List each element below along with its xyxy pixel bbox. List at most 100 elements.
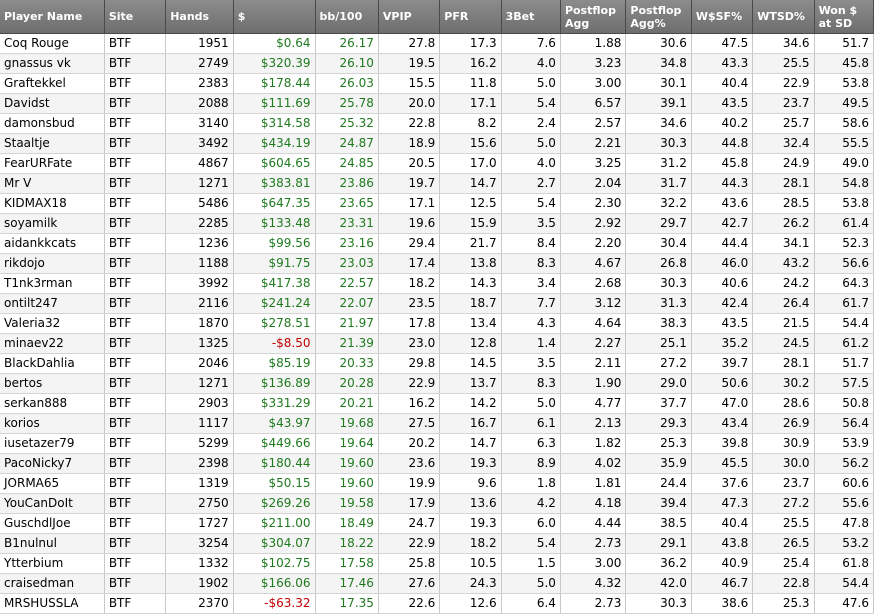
cell-wtsd-pct: 24.9 [752,153,815,174]
header-pfr[interactable]: PFR [439,0,502,34]
cell-wsf-pct: 43.3 [691,53,754,74]
cell-postflop-agg: 4.32 [560,573,627,594]
cell-wtsd-pct: 27.2 [752,493,815,514]
cell-bb100: 21.39 [315,333,379,354]
cell-3bet: 7.6 [501,33,561,54]
cell-postflop-agg: 2.20 [560,233,627,254]
cell-player-name: serkan888 [0,393,105,414]
cell-bb100: 26.03 [315,73,379,94]
cell-postflop-agg-pct: 36.2 [625,553,692,574]
table-row[interactable]: GuschdlJoe BTF 1727 $211.00 18.49 24.7 19.3 6.0… [0,513,874,534]
cell-hands: 1870 [165,313,234,334]
header-site[interactable]: Site [104,0,167,34]
table-row[interactable]: rikdojo BTF 1188 $91.75 23.03 17.4 13.8 8.3 4.67… [0,253,874,274]
table-row[interactable]: Coq Rouge BTF 1951 $0.64 26.17 27.8 17.3 7.6 1.8… [0,33,874,54]
cell-postflop-agg-pct: 31.3 [625,293,692,314]
cell-vpip: 29.8 [378,353,441,374]
cell-pfr: 12.6 [439,593,502,614]
cell-pfr: 14.7 [439,433,502,454]
cell-site: BTF [104,433,167,454]
cell-wtsd-pct: 43.2 [752,253,815,274]
cell-postflop-agg-pct: 37.7 [625,393,692,414]
cell-pfr: 12.5 [439,193,502,214]
table-row[interactable]: craisedman BTF 1902 $166.06 17.46 27.6 24.3 5.0… [0,573,874,594]
table-row[interactable]: Valeria32 BTF 1870 $278.51 21.97 17.8 13.4 4.3 4… [0,313,874,334]
cell-wsf-pct: 38.6 [691,593,754,614]
cell-dollars: $85.19 [233,353,316,374]
cell-site: BTF [104,113,167,134]
cell-player-name: Graftekkel [0,73,105,94]
table-row[interactable]: bertos BTF 1271 $136.89 20.28 22.9 13.7 8.3 1.90… [0,373,874,394]
cell-site: BTF [104,193,167,214]
table-row[interactable]: Staaltje BTF 3492 $434.19 24.87 18.9 15.6 5.0 2.… [0,133,874,154]
cell-postflop-agg-pct: 34.8 [625,53,692,74]
table-row[interactable]: Ytterbium BTF 1332 $102.75 17.58 25.8 10.5 1.5 3… [0,553,874,574]
table-row[interactable]: Mr V BTF 1271 $383.81 23.86 19.7 14.7 2.7 2.04 31… [0,173,874,194]
table-row[interactable]: iusetazer79 BTF 5299 $449.66 19.64 20.2 14.7 6.… [0,433,874,454]
table-row[interactable]: YouCanDoIt BTF 2750 $269.26 19.58 17.9 13.6 4.2… [0,493,874,514]
cell-site: BTF [104,313,167,334]
header-postflop-agg-pct[interactable]: Postflop Agg% [625,0,692,34]
cell-postflop-agg-pct: 31.2 [625,153,692,174]
table-row[interactable]: Graftekkel BTF 2383 $178.44 26.03 15.5 11.8 5.0… [0,73,874,94]
cell-dollars: $647.35 [233,193,316,214]
cell-wtsd-pct: 26.5 [752,533,815,554]
cell-bb100: 19.58 [315,493,379,514]
header-bb100[interactable]: bb/100 [315,0,379,34]
cell-hands: 1727 [165,513,234,534]
cell-wsf-pct: 40.2 [691,113,754,134]
header-postflop-agg[interactable]: Postflop Agg [560,0,627,34]
header-player-name[interactable]: Player Name [0,0,105,34]
cell-site: BTF [104,53,167,74]
cell-dollars: $320.39 [233,53,316,74]
cell-bb100: 26.10 [315,53,379,74]
cell-vpip: 23.5 [378,293,441,314]
cell-postflop-agg-pct: 25.1 [625,333,692,354]
cell-dollars: $269.26 [233,493,316,514]
header-wsf-pct[interactable]: W$SF% [691,0,754,34]
table-row[interactable]: FearURFate BTF 4867 $604.65 24.85 20.5 17.0 4.0… [0,153,874,174]
table-row[interactable]: korios BTF 1117 $43.97 19.68 27.5 16.7 6.1 2.13 2… [0,413,874,434]
cell-3bet: 3.5 [501,353,561,374]
cell-wtsd-pct: 34.6 [752,33,815,54]
table-row[interactable]: B1nulnul BTF 3254 $304.07 18.22 22.9 18.2 5.4 2.… [0,533,874,554]
cell-hands: 2116 [165,293,234,314]
header-vpip[interactable]: VPIP [378,0,441,34]
table-row[interactable]: minaev22 BTF 1325 -$8.50 21.39 23.0 12.8 1.4 2.2… [0,333,874,354]
header-won-at-sd[interactable]: Won $ at SD [814,0,874,34]
cell-vpip: 20.2 [378,433,441,454]
cell-postflop-agg-pct: 30.6 [625,33,692,54]
table-row[interactable]: BlackDahlia BTF 2046 $85.19 20.33 29.8 14.5 3.5… [0,353,874,374]
header-hands[interactable]: Hands [165,0,234,34]
table-row[interactable]: aidankkcats BTF 1236 $99.56 23.16 29.4 21.7 8.4… [0,233,874,254]
header-wtsd-pct[interactable]: WTSD% [752,0,815,34]
cell-won-at-sd: 54.8 [814,173,874,194]
cell-vpip: 17.8 [378,313,441,334]
table-row[interactable]: Davidst BTF 2088 $111.69 25.78 20.0 17.1 5.4 6.5… [0,93,874,114]
cell-wtsd-pct: 25.5 [752,53,815,74]
table-row[interactable]: gnassus vk BTF 2749 $320.39 26.10 19.5 16.2 4.0… [0,53,874,74]
table-row[interactable]: serkan888 BTF 2903 $331.29 20.21 16.2 14.2 5.0 4… [0,393,874,414]
table-row[interactable]: PacoNicky7 BTF 2398 $180.44 19.60 23.6 19.3 8.9… [0,453,874,474]
cell-pfr: 14.3 [439,273,502,294]
table-row[interactable]: JORMA65 BTF 1319 $50.15 19.60 19.9 9.6 1.8 1.81 2… [0,473,874,494]
header-3bet[interactable]: 3Bet [501,0,561,34]
cell-wsf-pct: 39.7 [691,353,754,374]
cell-dollars: $166.06 [233,573,316,594]
cell-won-at-sd: 54.4 [814,573,874,594]
cell-player-name: BlackDahlia [0,353,105,374]
table-row[interactable]: soyamilk BTF 2285 $133.48 23.31 19.6 15.9 3.5 2.… [0,213,874,234]
cell-postflop-agg: 1.88 [560,33,627,54]
cell-site: BTF [104,473,167,494]
cell-pfr: 19.3 [439,453,502,474]
cell-wsf-pct: 35.2 [691,333,754,354]
table-row[interactable]: KIDMAX18 BTF 5486 $647.35 23.65 17.1 12.5 5.4 2.… [0,193,874,214]
table-row[interactable]: damonsbud BTF 3140 $314.58 25.32 22.8 8.2 2.4 2.… [0,113,874,134]
table-row[interactable]: MRSHUSSLA BTF 2370 -$63.32 17.35 22.6 12.6 6.4 2… [0,593,874,614]
table-row[interactable]: ontilt247 BTF 2116 $241.24 22.07 23.5 18.7 7.7 3… [0,293,874,314]
table-row[interactable]: T1nk3rman BTF 3992 $417.38 22.57 18.2 14.3 3.4 2… [0,273,874,294]
cell-wsf-pct: 43.5 [691,93,754,114]
cell-3bet: 8.4 [501,233,561,254]
cell-wsf-pct: 50.6 [691,373,754,394]
header-dollars[interactable]: $ [233,0,316,34]
